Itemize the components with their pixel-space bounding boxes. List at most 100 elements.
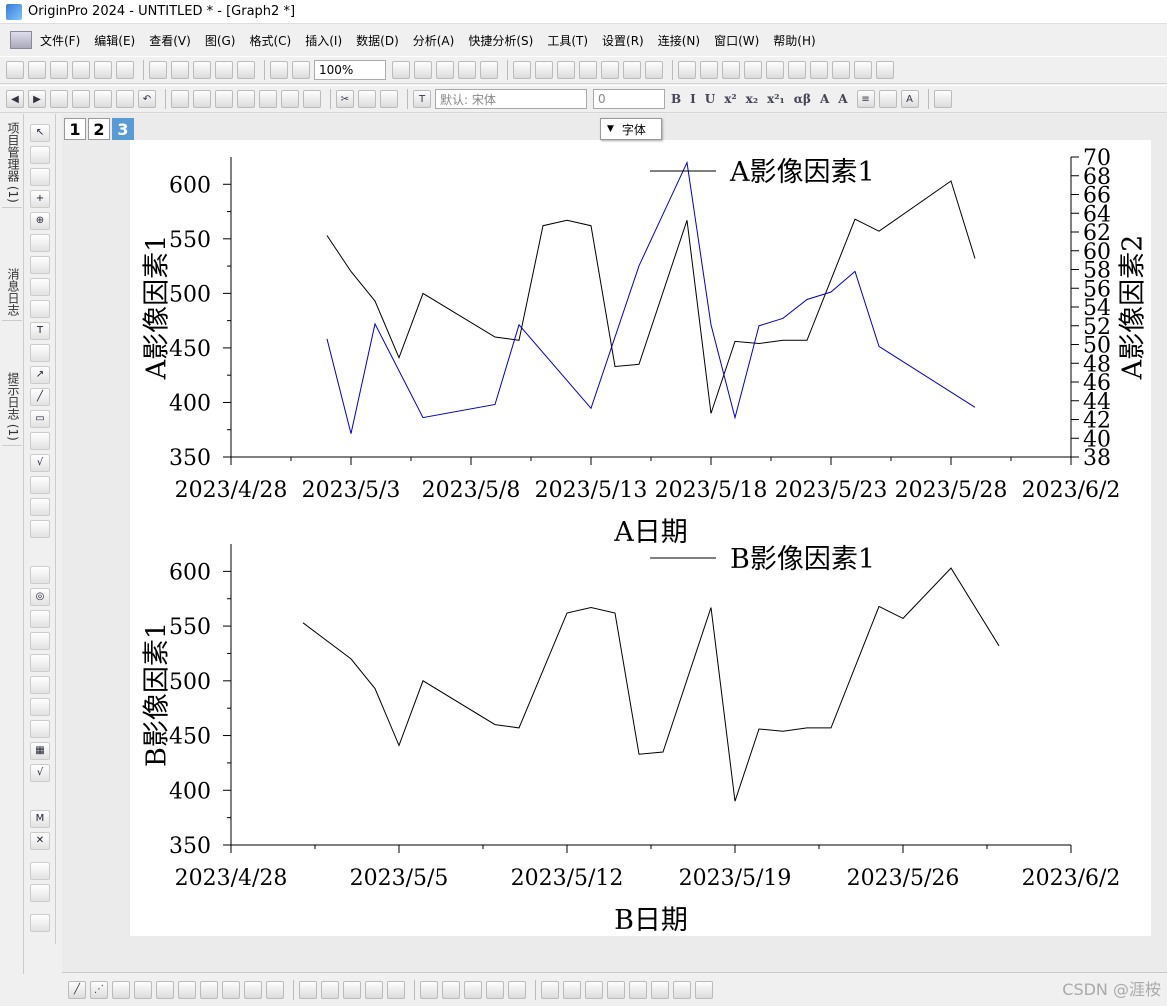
add-layer-icon[interactable] xyxy=(72,90,90,108)
menu-edit[interactable]: 编辑(E) xyxy=(94,32,135,49)
increase-font-button[interactable]: A xyxy=(820,92,829,106)
merge-icon[interactable] xyxy=(94,90,112,108)
3d-bar-icon[interactable] xyxy=(343,980,361,999)
menu-file[interactable]: 文件(F) xyxy=(40,32,80,49)
add-text-icon[interactable] xyxy=(171,90,189,108)
fill-color-icon[interactable] xyxy=(933,90,952,108)
recalculate-icon[interactable] xyxy=(292,61,310,79)
menu-tools[interactable]: 工具(T) xyxy=(547,32,588,49)
apps-icon[interactable] xyxy=(645,61,663,79)
save-template-icon[interactable] xyxy=(237,61,255,79)
new-project-icon[interactable] xyxy=(6,61,24,79)
rectangle-tool-icon[interactable]: ▭ xyxy=(30,410,50,428)
left-align-icon[interactable] xyxy=(541,980,559,999)
line-style-icon[interactable] xyxy=(878,90,897,108)
object-tool-icon[interactable] xyxy=(30,520,50,538)
back-icon[interactable] xyxy=(651,980,669,999)
menu-view[interactable]: 查看(V) xyxy=(149,32,191,49)
save-icon[interactable] xyxy=(215,61,233,79)
data-reader-icon[interactable]: ⊕ xyxy=(30,212,50,230)
underline-button[interactable]: U xyxy=(705,92,715,106)
insert-graph-icon[interactable] xyxy=(30,344,50,362)
swap-icon[interactable] xyxy=(30,862,50,880)
chart1-y-axis-title[interactable]: A影像因素1 xyxy=(142,235,173,381)
insert-image-icon[interactable] xyxy=(30,476,50,494)
search-tool-icon[interactable] xyxy=(30,698,50,716)
import-icon[interactable] xyxy=(270,61,288,79)
region-tool-icon[interactable] xyxy=(30,498,50,516)
chart2-legend-text[interactable]: B影像因素1 xyxy=(730,544,875,575)
back-arrow-icon[interactable]: ◀ xyxy=(6,90,24,108)
duplicate-icon[interactable] xyxy=(876,61,894,79)
menu-settings[interactable]: 设置(R) xyxy=(602,32,644,49)
font-color-icon[interactable]: A xyxy=(900,90,919,108)
menu-analysis[interactable]: 分析(A) xyxy=(413,32,455,49)
filter-icon[interactable] xyxy=(810,61,828,79)
symbol-tool-icon[interactable] xyxy=(30,654,50,672)
image-plot-icon[interactable] xyxy=(387,980,405,999)
data-selector-icon[interactable] xyxy=(30,234,50,252)
menu-graph[interactable]: 图(G) xyxy=(205,32,236,49)
results-log-icon[interactable] xyxy=(579,61,597,79)
menu-data[interactable]: 数据(D) xyxy=(356,32,399,49)
group-icon[interactable] xyxy=(673,980,691,999)
3d-scatter-icon[interactable] xyxy=(321,980,339,999)
layer-tab-1[interactable]: 1 xyxy=(64,118,86,140)
mdi-window-icon[interactable] xyxy=(10,31,32,49)
superscript-button[interactable]: x² xyxy=(724,92,736,106)
project-explorer-tab[interactable]: 项目管理器 (1) xyxy=(2,118,22,208)
chart2-y-axis-title[interactable]: B影像因素1 xyxy=(142,622,173,767)
scatter-plot-icon[interactable]: ⋰ xyxy=(90,980,108,999)
grid-tool-icon[interactable]: ▦ xyxy=(30,742,50,760)
clear-filter-icon[interactable] xyxy=(832,61,850,79)
chart1-x-axis-title[interactable]: A日期 xyxy=(613,517,688,548)
lock-icon[interactable] xyxy=(30,914,50,932)
subscript-button[interactable]: x₂ xyxy=(746,92,758,106)
pointer-icon[interactable]: ↖ xyxy=(30,124,50,142)
layer-content-icon[interactable] xyxy=(259,90,277,108)
zoom-out-tool-icon[interactable] xyxy=(30,168,50,186)
zoom-in-icon[interactable] xyxy=(535,61,553,79)
column-chart-icon[interactable] xyxy=(766,61,784,79)
forward-arrow-icon[interactable]: ▶ xyxy=(28,90,46,108)
arrow-tool-icon[interactable]: ↗ xyxy=(30,366,50,384)
refresh-icon[interactable] xyxy=(458,61,476,79)
histogram-icon[interactable] xyxy=(788,61,806,79)
print-icon[interactable] xyxy=(392,61,410,79)
menu-insert[interactable]: 插入(I) xyxy=(305,32,342,49)
pin-icon[interactable] xyxy=(116,90,134,108)
new-graph-icon[interactable] xyxy=(72,61,90,79)
set-values-icon[interactable] xyxy=(744,61,762,79)
statistics-plot-icon[interactable] xyxy=(156,980,174,999)
add-table-icon[interactable] xyxy=(215,90,233,108)
project-explorer-icon[interactable] xyxy=(513,61,531,79)
axis-tool-icon[interactable] xyxy=(30,610,50,628)
export-icon[interactable] xyxy=(436,61,454,79)
graph-page[interactable]: 350 400 450 500 550 600 2023/4/28 2023/5/3 2023/… xyxy=(130,140,1151,936)
italic-button[interactable]: I xyxy=(690,92,696,106)
front-icon[interactable] xyxy=(629,980,647,999)
greek-button[interactable]: αβ xyxy=(794,92,811,106)
right-align-icon[interactable] xyxy=(563,980,581,999)
hand-tool-icon[interactable] xyxy=(30,432,50,450)
mask-points-icon[interactable] xyxy=(30,278,50,296)
area-plot-icon[interactable] xyxy=(200,980,218,999)
stock-plot-icon[interactable] xyxy=(244,980,262,999)
zoom-region-icon[interactable] xyxy=(557,61,575,79)
open-excel-icon[interactable] xyxy=(193,61,211,79)
code-builder-icon[interactable] xyxy=(601,61,619,79)
menu-help[interactable]: 帮助(H) xyxy=(773,32,815,49)
command-window-icon[interactable] xyxy=(623,61,641,79)
align-icon[interactable]: ≡ xyxy=(856,90,875,108)
bold-button[interactable]: B xyxy=(671,92,681,106)
chart1-legend-text[interactable]: A影像因素1 xyxy=(729,157,875,188)
open-icon[interactable] xyxy=(149,61,167,79)
new-function-icon[interactable] xyxy=(116,61,134,79)
open-template-icon[interactable] xyxy=(171,61,189,79)
color-palette-icon[interactable] xyxy=(30,566,50,584)
copy-page-icon[interactable] xyxy=(414,61,432,79)
contour-icon[interactable] xyxy=(365,980,383,999)
swap-layer-icon[interactable] xyxy=(464,980,482,999)
distribute-icon[interactable] xyxy=(508,980,526,999)
calculator-icon[interactable] xyxy=(30,676,50,694)
